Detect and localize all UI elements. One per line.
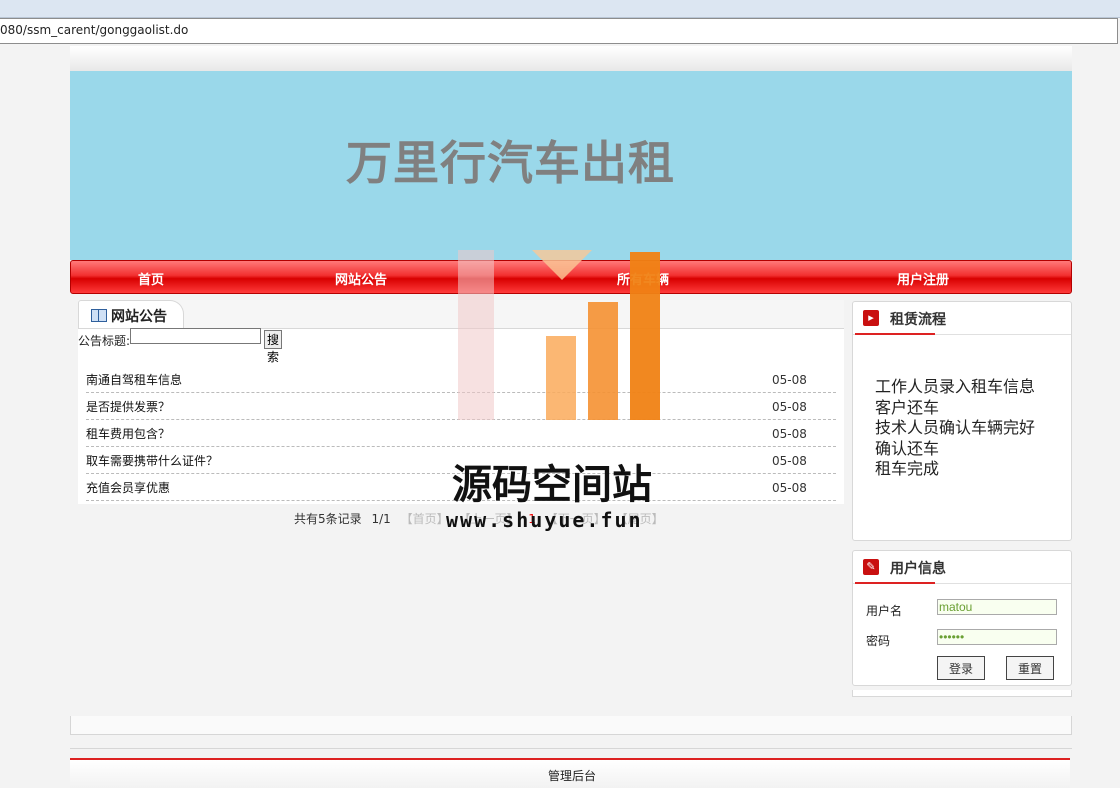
address-text[interactable]: 080/ssm_carent/gonggaolist.do [0, 23, 188, 37]
header-accent-line [855, 582, 935, 584]
notice-date: 05-08 [772, 373, 807, 387]
list-item: 是否提供发票？ 05-08 [86, 393, 836, 420]
first-page-link[interactable]: 【首页】 [401, 512, 449, 526]
user-info-title: 用户信息 [890, 561, 946, 577]
tab-notices-label: 网站公告 [111, 309, 167, 325]
notice-list: 南通自驾租车信息 05-08 是否提供发票？ 05-08 租车费用包含？ 05-… [86, 366, 836, 501]
username-field[interactable] [937, 599, 1057, 615]
pagination: 共有5条记录 1/1 【首页】 【上一页】 1 【下一页】 【尾页】 [294, 510, 670, 527]
user-info-header: ✎ 用户信息 [853, 551, 1071, 584]
process-step: 客户还车 [875, 397, 940, 417]
user-info-bottom [852, 690, 1072, 697]
notice-tab-bar: 网站公告 [78, 300, 844, 329]
nav-all-cars[interactable]: 所有车辆 [617, 269, 669, 288]
search-label: 公告标题: [78, 334, 131, 348]
page-indicator: 1/1 [371, 512, 391, 526]
notice-date: 05-08 [772, 481, 807, 495]
last-page-link[interactable]: 【尾页】 [616, 512, 664, 526]
browser-title-bar [0, 0, 1120, 18]
process-step: 租车完成 [875, 459, 940, 478]
notice-date: 05-08 [772, 454, 807, 468]
user-info-panel: ✎ 用户信息 用户名 密码 登录 重置 [852, 550, 1072, 686]
process-step: 技术人员确认车辆完好 [875, 418, 1036, 437]
process-title: 租赁流程 [890, 312, 946, 328]
next-page-link[interactable]: 【下一页】 [546, 512, 606, 526]
tab-notices[interactable]: 网站公告 [78, 300, 184, 328]
book-icon [91, 309, 107, 322]
edit-icon: ✎ [863, 559, 879, 575]
speaker-icon: ▸ [863, 310, 879, 326]
reset-button[interactable]: 重置 [1006, 656, 1054, 680]
nav-register[interactable]: 用户注册 [897, 269, 949, 288]
login-button[interactable]: 登录 [937, 656, 985, 680]
page-top-strip [70, 46, 1072, 71]
search-button[interactable]: 搜索 [264, 330, 283, 364]
list-item: 充值会员享优惠 05-08 [86, 474, 836, 501]
process-steps: 工作人员录入租车信息 客户还车 技术人员确认车辆完好 确认还车 租车完成 [875, 377, 1035, 480]
notice-link[interactable]: 充值会员享优惠 [86, 479, 170, 496]
notice-date: 05-08 [772, 427, 807, 441]
process-panel: ▸ 租赁流程 工作人员录入租车信息 客户还车 技术人员确认车辆完好 确认还车 租… [852, 301, 1072, 541]
list-item: 取车需要携带什么证件？ 05-08 [86, 447, 836, 474]
username-label: 用户名 [866, 604, 903, 618]
nav-notices[interactable]: 网站公告 [335, 269, 387, 288]
notice-link[interactable]: 南通自驾租车信息 [86, 371, 182, 388]
notice-link[interactable]: 取车需要携带什么证件？ [86, 452, 218, 469]
password-label: 密码 [866, 634, 891, 648]
process-header: ▸ 租赁流程 [853, 302, 1071, 335]
footer-bar: 管理后台 [70, 758, 1070, 788]
site-title: 万里行汽车出租 [346, 136, 675, 190]
current-page: 1 [528, 512, 536, 526]
notice-link[interactable]: 租车费用包含？ [86, 425, 170, 442]
process-step: 工作人员录入租车信息 [875, 377, 1036, 396]
main-nav: 首页 网站公告 所有车辆 用户注册 [70, 260, 1072, 294]
admin-link[interactable]: 管理后台 [548, 767, 596, 784]
address-bar[interactable]: 080/ssm_carent/gonggaolist.do [0, 18, 1118, 44]
record-count: 共有5条记录 [294, 512, 362, 526]
prev-page-link[interactable]: 【上一页】 [458, 512, 518, 526]
site-banner: 万里行汽车出租 [70, 71, 1072, 260]
footer-strip [70, 716, 1072, 735]
notice-link[interactable]: 是否提供发票？ [86, 398, 170, 415]
header-accent-line [855, 333, 935, 335]
password-field[interactable] [937, 629, 1057, 645]
nav-home[interactable]: 首页 [138, 269, 164, 288]
process-step: 确认还车 [875, 438, 940, 458]
search-input[interactable] [130, 328, 261, 344]
footer-divider [70, 744, 1072, 749]
list-item: 南通自驾租车信息 05-08 [86, 366, 836, 393]
notice-date: 05-08 [772, 400, 807, 414]
list-item: 租车费用包含？ 05-08 [86, 420, 836, 447]
